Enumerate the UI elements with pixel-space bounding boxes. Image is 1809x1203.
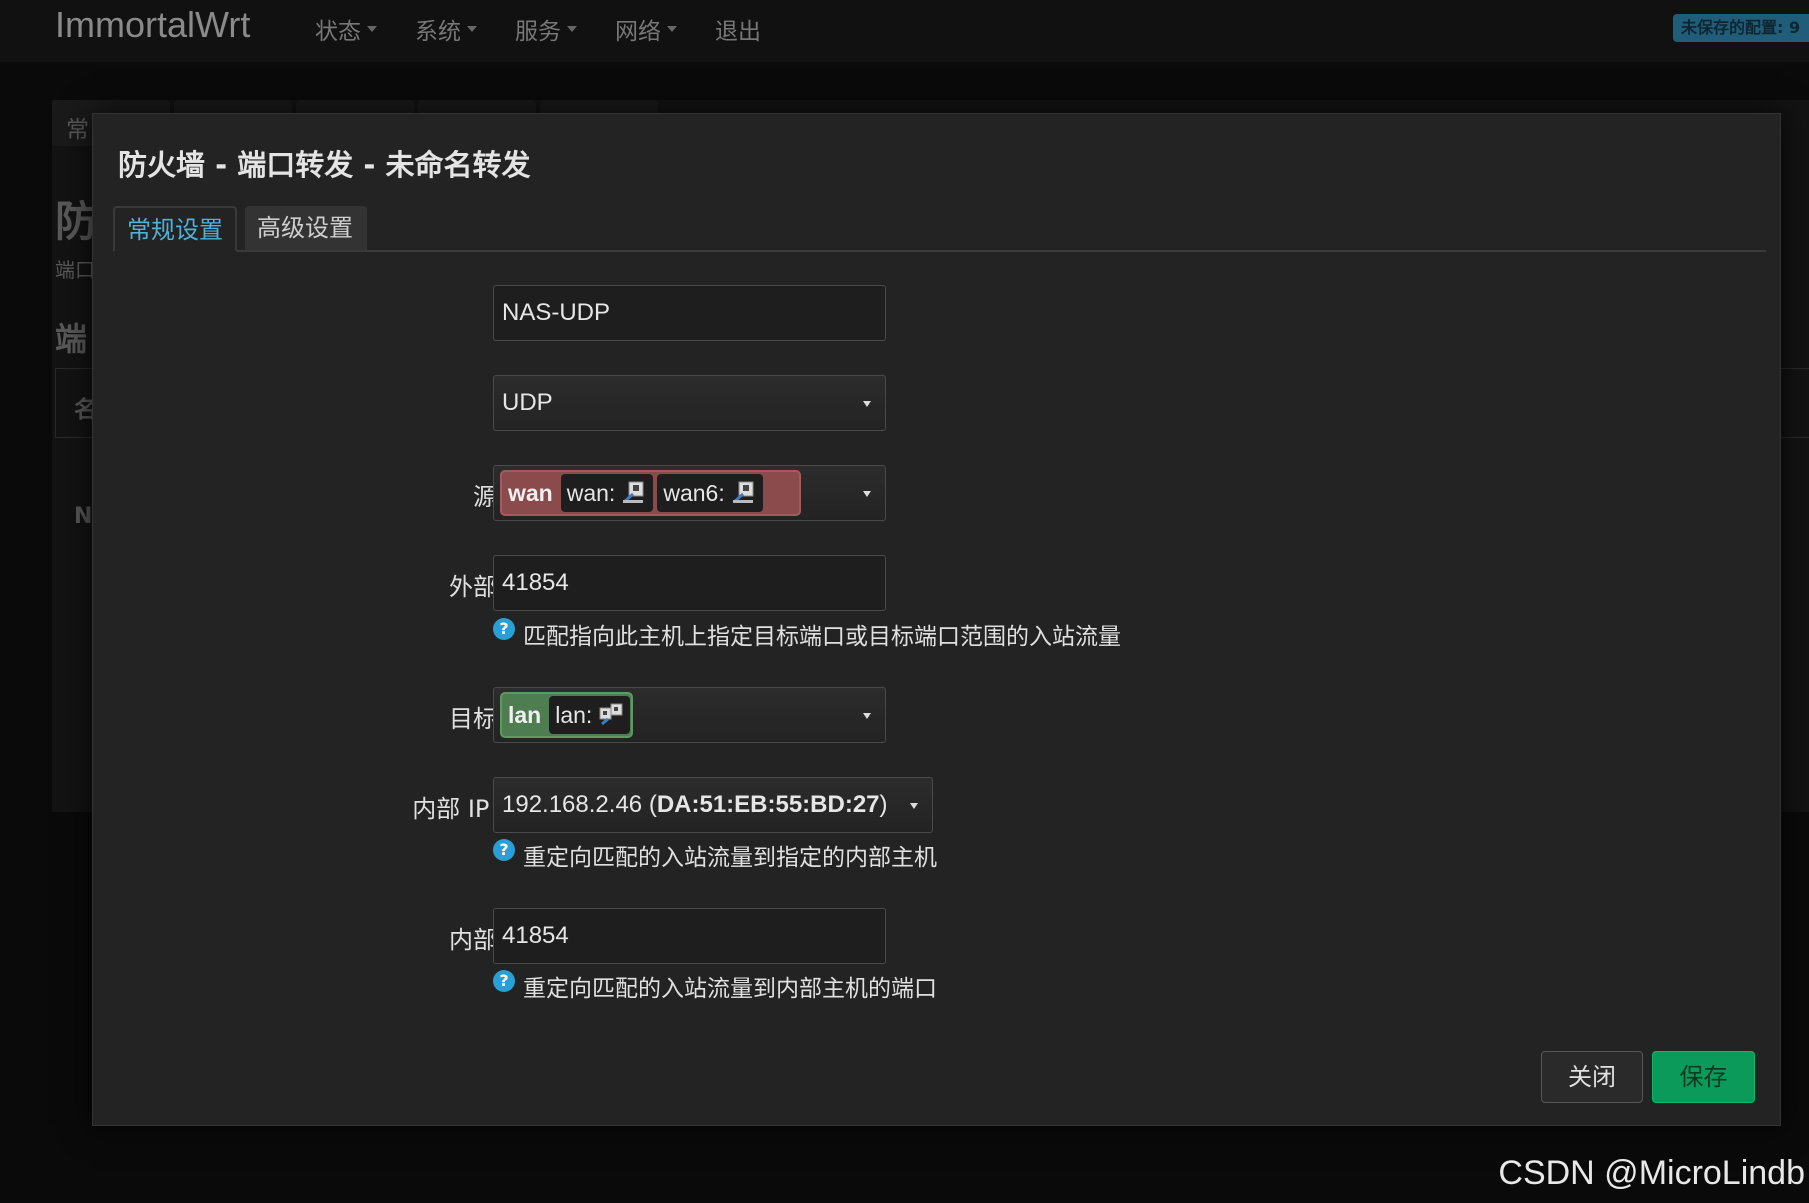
network-port-icon: [599, 703, 623, 726]
zone-name: wan: [508, 480, 553, 506]
nav-logout-label: 退出: [715, 19, 761, 45]
background-page-title: 防: [55, 197, 98, 246]
external-port-input[interactable]: 41854: [493, 555, 886, 611]
interface-chip: wan6:: [657, 474, 763, 512]
help-icon: ?: [493, 970, 515, 992]
zone-badge-wan: wan wan: wan6:: [500, 470, 801, 516]
unsaved-changes-badge[interactable]: 未保存的配置: 9: [1673, 14, 1809, 42]
zone-name: lan: [508, 702, 542, 728]
modal-title: 防火墙 - 端口转发 - 未命名转发: [118, 148, 531, 182]
brand-logo[interactable]: ImmortalWrt: [55, 4, 250, 46]
source-zone-select[interactable]: wan wan: wan6:: [493, 465, 886, 521]
protocol-select[interactable]: UDP: [493, 375, 886, 431]
background-section-title: 端: [55, 320, 88, 358]
interface-chip: lan:: [549, 696, 631, 734]
watermark: CSDN @MicroLindb: [1498, 1154, 1805, 1192]
mac-open-paren: (: [648, 791, 657, 818]
internal-ip-value: 192.168.2.46: [502, 791, 643, 818]
port-forward-modal: 防火墙 - 端口转发 - 未命名转发 常规设置 高级设置 名称 NAS-UDP …: [92, 113, 1781, 1126]
help-icon: ?: [493, 618, 515, 640]
mac-close-paren: ): [879, 791, 888, 818]
internal-port-hint: ? 重定向匹配的入站流量到内部主机的端口: [493, 969, 937, 1003]
destination-zone-select[interactable]: lan lan:: [493, 687, 886, 743]
nav-network[interactable]: 网络: [615, 12, 677, 46]
interface-label: wan6:: [663, 480, 725, 506]
external-port-hint: ? 匹配指向此主机上指定目标端口或目标端口范围的入站流量: [493, 617, 1121, 651]
background-row-label: N: [74, 504, 93, 529]
internal-port-hint-text: 重定向匹配的入站流量到内部主机的端口: [523, 976, 937, 1002]
tab-general-settings[interactable]: 常规设置: [113, 206, 237, 252]
name-input[interactable]: NAS-UDP: [493, 285, 886, 341]
nav-system[interactable]: 系统: [415, 12, 477, 46]
internal-port-input[interactable]: 41854: [493, 908, 886, 964]
network-port-icon: [732, 481, 754, 504]
interface-label: lan:: [555, 702, 593, 728]
external-port-hint-text: 匹配指向此主机上指定目标端口或目标端口范围的入站流量: [523, 624, 1121, 650]
dropdown-caret-icon: [863, 491, 871, 497]
save-button[interactable]: 保存: [1652, 1051, 1755, 1103]
top-navbar: ImmortalWrt 状态 系统 服务 网络 退出 未保存的配置: 9: [0, 0, 1809, 62]
nav-services-label: 服务: [515, 19, 561, 45]
nav-logout[interactable]: 退出: [715, 12, 761, 46]
nav-status-label: 状态: [315, 19, 361, 45]
protocol-value: UDP: [502, 389, 553, 416]
internal-ip-hint-text: 重定向匹配的入站流量到指定的内部主机: [523, 845, 937, 871]
chevron-down-icon: [667, 26, 677, 32]
close-button[interactable]: 关闭: [1541, 1051, 1643, 1103]
modal-tabs: 常规设置 高级设置: [113, 206, 1766, 252]
dropdown-caret-icon: [863, 401, 871, 407]
tab-advanced-settings[interactable]: 高级设置: [245, 206, 367, 250]
dropdown-caret-icon: [910, 803, 918, 809]
interface-label: wan:: [566, 480, 616, 506]
internal-ip-select[interactable]: 192.168.2.46 (DA:51:EB:55:BD:27): [493, 777, 933, 833]
internal-ip-hint: ? 重定向匹配的入站流量到指定的内部主机: [493, 838, 937, 872]
chevron-down-icon: [567, 26, 577, 32]
chevron-down-icon: [467, 26, 477, 32]
zone-badge-lan: lan lan:: [500, 692, 633, 738]
background-tab-label: 常: [66, 117, 89, 143]
nav-services[interactable]: 服务: [515, 12, 577, 46]
background-page-subtitle: 端口: [55, 258, 95, 282]
nav-status[interactable]: 状态: [315, 12, 377, 46]
main-nav: 状态 系统 服务 网络 退出: [315, 12, 761, 46]
nav-network-label: 网络: [615, 19, 661, 45]
chevron-down-icon: [367, 26, 377, 32]
network-port-icon: [623, 481, 644, 504]
nav-system-label: 系统: [415, 19, 461, 45]
help-icon: ?: [493, 839, 515, 861]
interface-chip: wan:: [560, 474, 654, 512]
dropdown-caret-icon: [863, 713, 871, 719]
mac-address: DA:51:EB:55:BD:27: [656, 791, 880, 818]
